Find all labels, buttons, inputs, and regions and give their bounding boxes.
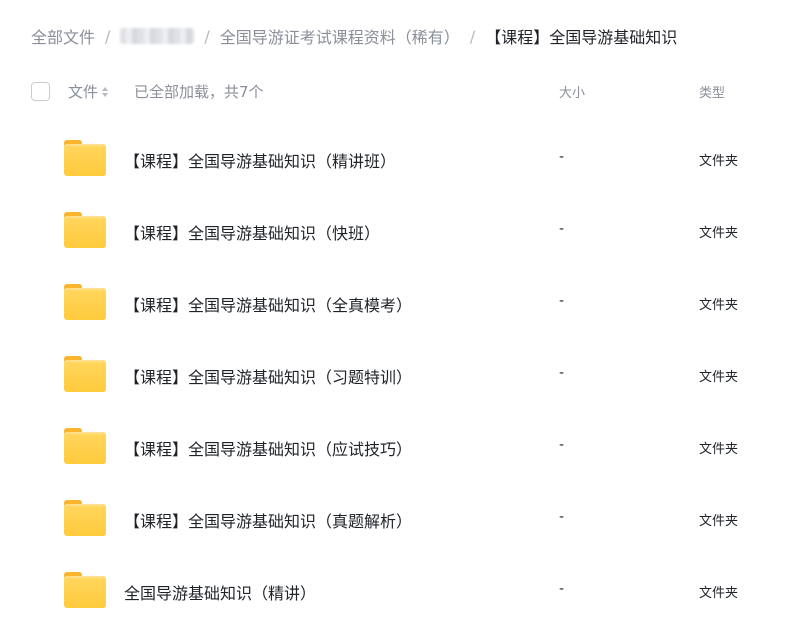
file-name[interactable]: 全国导游基础知识（精讲） (124, 580, 316, 604)
file-list-header: 文件 已全部加载，共7个 大小 类型 (0, 72, 788, 112)
file-type: 文件夹 (699, 370, 739, 385)
file-type: 文件夹 (699, 298, 739, 313)
folder-icon (64, 500, 106, 536)
file-name[interactable]: 【课程】全国导游基础知识（精讲班） (124, 148, 396, 172)
file-name[interactable]: 【课程】全国导游基础知识（真题解析） (124, 508, 412, 532)
file-row[interactable]: 全国导游基础知识（精讲） - 文件夹 (0, 556, 788, 628)
file-row[interactable]: 【课程】全国导游基础知识（应试技巧） - 文件夹 (0, 412, 788, 484)
select-all-checkbox[interactable] (31, 82, 50, 101)
breadcrumb-root[interactable]: 全部文件 (31, 24, 95, 48)
file-row[interactable]: 【课程】全国导游基础知识（全真模考） - 文件夹 (0, 268, 788, 340)
breadcrumb-item-level2[interactable]: 全国导游证考试课程资料（稀有） (220, 24, 460, 48)
file-name[interactable]: 【课程】全国导游基础知识（应试技巧） (124, 436, 412, 460)
file-size: - (559, 365, 565, 381)
file-size: - (559, 437, 565, 453)
file-size: - (559, 221, 565, 237)
folder-icon (64, 284, 106, 320)
file-list: 【课程】全国导游基础知识（精讲班） - 文件夹 【课程】全国导游基础知识（快班）… (0, 124, 788, 628)
file-row[interactable]: 【课程】全国导游基础知识（精讲班） - 文件夹 (0, 124, 788, 196)
file-size: - (559, 293, 565, 309)
file-size: - (559, 509, 565, 525)
breadcrumb-current: 【课程】全国导游基础知识 (485, 28, 678, 47)
file-size: - (559, 149, 565, 165)
folder-icon (64, 140, 106, 176)
file-name[interactable]: 【课程】全国导游基础知识（快班） (124, 220, 380, 244)
breadcrumb: 全部文件 / / 全国导游证考试课程资料（稀有） / 【课程】全国导游基础知识 (31, 24, 677, 48)
file-type: 文件夹 (699, 514, 739, 529)
file-row[interactable]: 【课程】全国导游基础知识（快班） - 文件夹 (0, 196, 788, 268)
breadcrumb-separator: / (105, 26, 111, 46)
breadcrumb-separator: / (469, 26, 476, 46)
breadcrumb-separator: / (204, 26, 210, 46)
sort-icon (102, 86, 109, 97)
file-type: 文件夹 (699, 226, 739, 241)
file-row[interactable]: 【课程】全国导游基础知识（真题解析） - 文件夹 (0, 484, 788, 556)
folder-icon (64, 428, 106, 464)
breadcrumb-redacted-item[interactable] (120, 28, 195, 44)
folder-icon (64, 572, 106, 608)
file-name[interactable]: 【课程】全国导游基础知识（全真模考） (124, 292, 412, 316)
file-row[interactable]: 【课程】全国导游基础知识（习题特训） - 文件夹 (0, 340, 788, 412)
file-type: 文件夹 (699, 586, 739, 601)
folder-icon (64, 356, 106, 392)
file-type: 文件夹 (699, 442, 739, 457)
sort-by-name-header[interactable]: 文件 (68, 81, 109, 102)
size-column-header[interactable]: 大小 (559, 82, 585, 101)
name-column-label: 文件 (68, 83, 99, 101)
file-size: - (559, 581, 565, 597)
load-status-text: 已全部加载，共7个 (134, 83, 264, 101)
file-type: 文件夹 (699, 154, 739, 169)
folder-icon (64, 212, 106, 248)
type-column-header[interactable]: 类型 (699, 82, 725, 101)
file-name[interactable]: 【课程】全国导游基础知识（习题特训） (124, 364, 412, 388)
